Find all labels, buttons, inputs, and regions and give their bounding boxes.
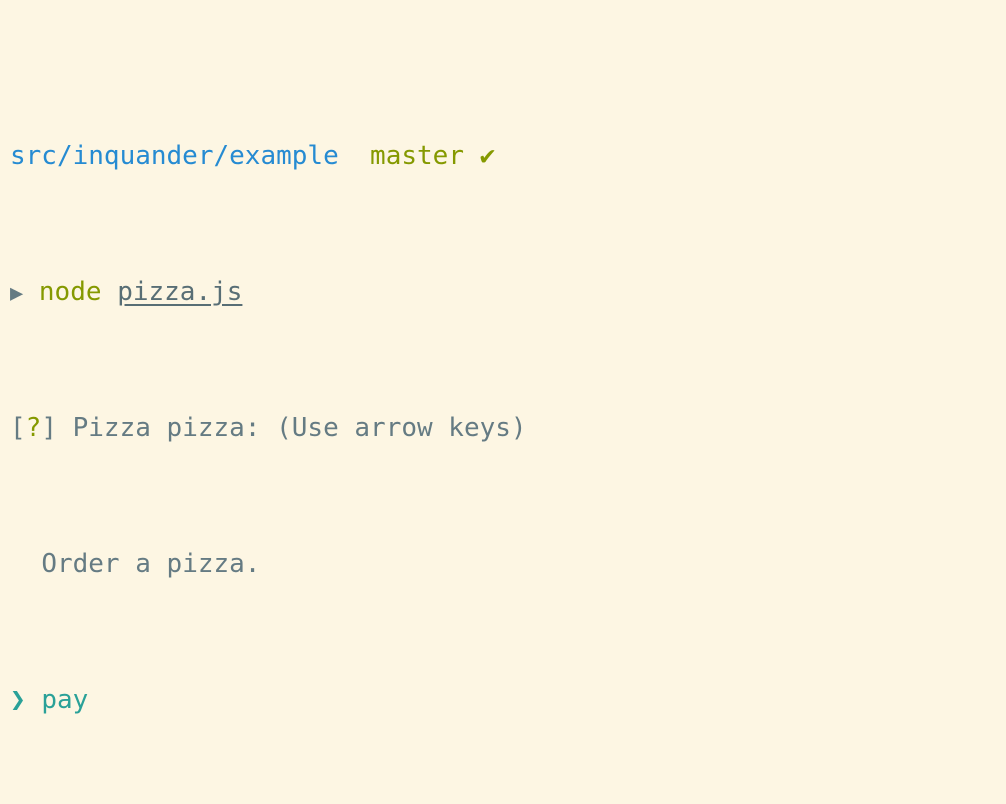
choice-item-pay[interactable]: ❯ pay [10, 683, 1006, 717]
shell-prompt-line: src/inquander/example master ✔ [10, 139, 1006, 173]
command-name: node [38, 277, 102, 307]
prompt-arrow-icon: ▶ [10, 281, 24, 306]
git-clean-check-icon: ✔ [479, 141, 496, 171]
question-mark-icon: ? [25, 413, 42, 443]
git-branch: master [370, 141, 464, 171]
selection-cursor-icon: ❯ [10, 685, 26, 715]
choice-label[interactable]: pay [41, 685, 88, 715]
command-argument: pizza.js [117, 277, 243, 307]
question-open-bracket: [ [10, 413, 26, 443]
question-line: [?] Pizza pizza: (Use arrow keys) [10, 411, 1006, 445]
question-description-line: Order a pizza. [10, 547, 1006, 581]
terminal-window[interactable]: src/inquander/example master ✔ ▶ node pi… [0, 0, 1006, 804]
command-line: ▶ node pizza.js [10, 275, 1006, 309]
current-path: src/inquander/example [10, 141, 339, 171]
question-description: Order a pizza. [41, 549, 261, 579]
question-text: Pizza pizza: (Use arrow keys) [72, 413, 527, 443]
question-close-bracket: ] [41, 413, 57, 443]
